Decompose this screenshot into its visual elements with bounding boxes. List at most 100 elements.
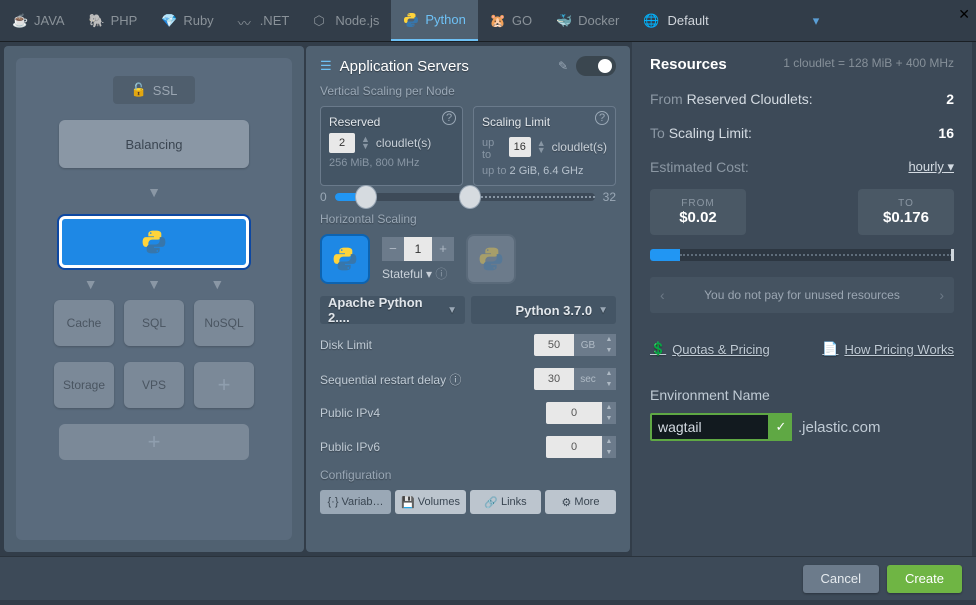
- check-icon: ✓: [770, 413, 792, 441]
- version-label: Python 3.7.0: [516, 303, 593, 318]
- help-icon[interactable]: ?: [595, 111, 609, 125]
- create-button[interactable]: Create: [887, 565, 962, 593]
- java-icon: ☕: [12, 13, 28, 29]
- topology-panel: 🔓SSL Balancing ▼ ▼▼▼ Cache SQL NoSQL Sto…: [4, 46, 304, 552]
- slider-thumb-reserved[interactable]: [355, 185, 377, 209]
- docker-icon: 🐳: [556, 13, 572, 29]
- link-label: How Pricing Works: [844, 342, 954, 357]
- slider-min: 0: [320, 190, 327, 204]
- limit-hint: 2 GiB, 6.4 GHz: [510, 165, 584, 177]
- stateful-dropdown[interactable]: Stateful ▾ ⓘ: [382, 265, 454, 282]
- reserved-hint: 256 MiB, 800 MHz: [329, 157, 454, 169]
- tab-dotnet[interactable]: 〰.NET: [226, 0, 302, 41]
- chevron-right-icon[interactable]: ›: [939, 287, 944, 303]
- variables-button[interactable]: {·}Variab…: [320, 490, 391, 514]
- how-pricing-link[interactable]: 📄 How Pricing Works: [822, 341, 954, 357]
- vps-node[interactable]: VPS: [124, 362, 184, 408]
- chevron-down-icon: ▼: [598, 305, 608, 316]
- tab-nodejs[interactable]: ⬡Node.js: [301, 0, 391, 41]
- node-label: SQL: [142, 316, 166, 330]
- disk-limit-input[interactable]: 50: [534, 334, 574, 356]
- decrement-button[interactable]: −: [382, 237, 404, 261]
- cancel-button[interactable]: Cancel: [803, 565, 879, 593]
- chevron-left-icon[interactable]: ‹: [660, 287, 665, 303]
- disk-unit: GB: [574, 334, 602, 356]
- price-to-card: TO $0.176: [858, 189, 954, 235]
- tab-php[interactable]: 🐘PHP: [77, 0, 150, 41]
- help-icon[interactable]: ⓘ: [435, 267, 447, 281]
- dollar-icon: 💲: [650, 341, 666, 357]
- links-button[interactable]: 🔗Links: [470, 490, 541, 514]
- node-label: Balancing: [125, 137, 182, 152]
- ipv6-input[interactable]: 0: [546, 436, 602, 458]
- nosql-node[interactable]: NoSQL: [194, 300, 254, 346]
- ipv6-spinner[interactable]: ▲▼: [602, 436, 616, 458]
- node-label: VPS: [142, 378, 166, 392]
- region-dropdown[interactable]: 🌐 Default ▾: [631, 0, 831, 41]
- disk-limit-label: Disk Limit: [320, 338, 534, 352]
- ipv4-spinner[interactable]: ▲▼: [602, 402, 616, 424]
- limit-input[interactable]: 16: [509, 137, 531, 157]
- spinner-icon[interactable]: ▲▼: [361, 136, 370, 150]
- close-icon[interactable]: ✕: [958, 6, 970, 23]
- cloudlet-definition: 1 cloudlet = 128 MiB + 400 MHz: [783, 56, 954, 70]
- increment-button[interactable]: +: [432, 237, 454, 261]
- more-button[interactable]: ⚙More: [545, 490, 616, 514]
- ipv4-input[interactable]: 0: [546, 402, 602, 424]
- sql-node[interactable]: SQL: [124, 300, 184, 346]
- limit-prefix: up to: [482, 137, 503, 161]
- env-name-input[interactable]: [650, 413, 770, 441]
- spinner-icon[interactable]: ▲▼: [537, 140, 546, 154]
- reserved-unit: cloudlet(s): [376, 136, 431, 150]
- tab-java[interactable]: ☕JAVA: [0, 0, 77, 41]
- version-dropdown[interactable]: Python 3.7.0 ▼: [471, 296, 616, 324]
- ssl-toggle[interactable]: 🔓SSL: [113, 76, 196, 104]
- storage-node[interactable]: Storage: [54, 362, 114, 408]
- horizontal-scaling-label: Horizontal Scaling: [320, 212, 616, 226]
- list-icon: ☰: [320, 58, 332, 74]
- period-dropdown[interactable]: hourly ▾: [908, 159, 954, 175]
- app-server-node[interactable]: [59, 216, 249, 268]
- restart-spinner[interactable]: ▲▼: [602, 368, 616, 390]
- price-from-label: FROM: [681, 198, 714, 209]
- help-icon[interactable]: ⓘ: [449, 373, 461, 387]
- disk-spinner[interactable]: ▲▼: [602, 334, 616, 356]
- tab-go[interactable]: 🐹GO: [478, 0, 544, 41]
- hs-python-active[interactable]: [320, 234, 370, 284]
- tab-label: PHP: [111, 13, 138, 28]
- node-count[interactable]: 1: [404, 237, 432, 261]
- hs-python-add[interactable]: [466, 234, 516, 284]
- chevron-down-icon: ▼: [447, 305, 457, 316]
- disk-icon: 💾: [401, 496, 415, 509]
- stateful-label: Stateful: [382, 267, 423, 281]
- restart-input[interactable]: 30: [534, 368, 574, 390]
- reserved-card: ? Reserved 2 ▲▼ cloudlet(s) 256 MiB, 800…: [320, 106, 463, 186]
- quotas-pricing-link[interactable]: 💲Quotas & Pricing: [650, 341, 770, 357]
- add-tier-button[interactable]: +: [194, 362, 254, 408]
- edit-icon[interactable]: ✎: [558, 59, 568, 73]
- settings-panel: ☰ Application Servers ✎ ON Vertical Scal…: [306, 46, 630, 552]
- slider-thumb-limit[interactable]: [459, 185, 481, 209]
- node-label: Cache: [67, 316, 102, 330]
- reserved-input[interactable]: 2: [329, 133, 355, 153]
- server-toggle[interactable]: ON: [576, 56, 616, 76]
- panel-title: Application Servers: [340, 58, 550, 75]
- cost-gauge: [650, 249, 954, 261]
- add-layer-button[interactable]: +: [59, 424, 249, 460]
- balancing-node[interactable]: Balancing: [59, 120, 249, 168]
- cloudlet-slider[interactable]: [335, 193, 595, 201]
- link-icon: 🔗: [484, 496, 498, 509]
- tab-docker[interactable]: 🐳 Docker: [544, 0, 631, 41]
- tab-ruby[interactable]: 💎Ruby: [149, 0, 225, 41]
- cache-node[interactable]: Cache: [54, 300, 114, 346]
- tab-label: Docker: [578, 13, 619, 28]
- btn-label: Volumes: [418, 496, 460, 508]
- help-icon[interactable]: ?: [442, 111, 456, 125]
- env-name-label: Environment Name: [650, 387, 954, 403]
- stack-dropdown[interactable]: Apache Python 2....▼: [320, 296, 465, 324]
- doc-icon: 📄: [822, 341, 838, 357]
- python-icon: [332, 246, 358, 272]
- tab-label: Node.js: [335, 13, 379, 28]
- tab-python[interactable]: Python: [391, 0, 477, 41]
- volumes-button[interactable]: 💾Volumes: [395, 490, 466, 514]
